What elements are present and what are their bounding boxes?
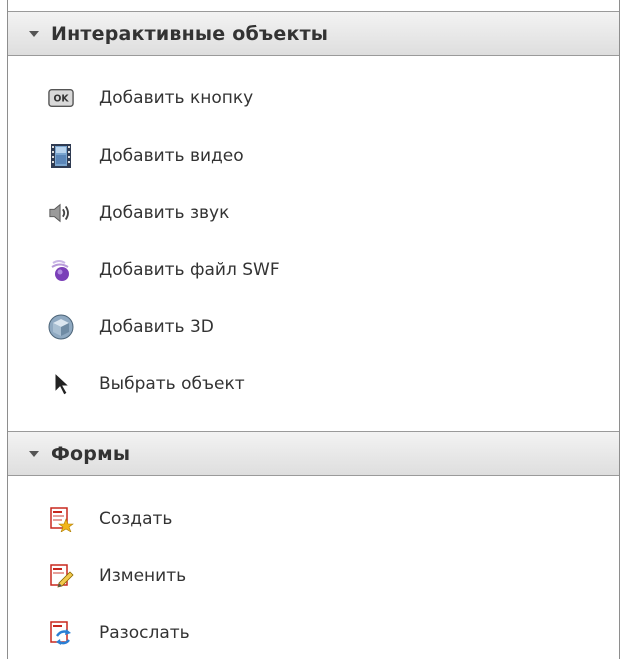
speaker-icon bbox=[48, 200, 74, 226]
item-label: Добавить 3D bbox=[99, 317, 214, 337]
add-swf-item[interactable]: Добавить файл SWF bbox=[8, 248, 619, 292]
item-label: Добавить кнопку bbox=[99, 88, 254, 108]
item-label: Создать bbox=[99, 509, 173, 529]
section-title: Интерактивные объекты bbox=[51, 22, 329, 45]
add-video-item[interactable]: Добавить видео bbox=[8, 134, 619, 178]
form-edit-item[interactable]: Изменить bbox=[8, 554, 619, 598]
item-label: Добавить файл SWF bbox=[99, 260, 280, 280]
item-label: Выбрать объект bbox=[99, 374, 245, 394]
swf-icon bbox=[48, 257, 74, 283]
form-distribute-icon bbox=[48, 620, 74, 646]
ok-icon-text: OK bbox=[53, 94, 69, 105]
film-icon bbox=[48, 143, 74, 169]
item-label: Добавить видео bbox=[99, 146, 244, 166]
form-create-item[interactable]: Создать bbox=[8, 497, 619, 541]
3d-cube-icon bbox=[48, 314, 74, 340]
form-distribute-item[interactable]: Разослать bbox=[8, 611, 619, 655]
section-header-forms[interactable]: Формы bbox=[8, 431, 619, 476]
form-create-icon bbox=[48, 506, 74, 532]
section-header-interactive-objects[interactable]: Интерактивные объекты bbox=[8, 11, 619, 56]
add-sound-item[interactable]: Добавить звук bbox=[8, 191, 619, 235]
collapse-arrow-icon[interactable] bbox=[29, 30, 39, 37]
item-label: Изменить bbox=[99, 566, 187, 586]
section-title: Формы bbox=[51, 442, 131, 465]
tools-panel: Интерактивные объекты OK Добавить кнопку bbox=[7, 0, 620, 659]
select-object-item[interactable]: Выбрать объект bbox=[8, 362, 619, 406]
add-button-item[interactable]: OK Добавить кнопку bbox=[8, 76, 619, 120]
select-cursor-icon bbox=[48, 371, 74, 397]
add-3d-item[interactable]: Добавить 3D bbox=[8, 305, 619, 349]
form-edit-icon bbox=[48, 563, 74, 589]
ok-button-icon: OK bbox=[48, 85, 74, 111]
item-label: Добавить звук bbox=[99, 203, 230, 223]
item-label: Разослать bbox=[99, 623, 190, 643]
collapse-arrow-icon[interactable] bbox=[29, 450, 39, 457]
